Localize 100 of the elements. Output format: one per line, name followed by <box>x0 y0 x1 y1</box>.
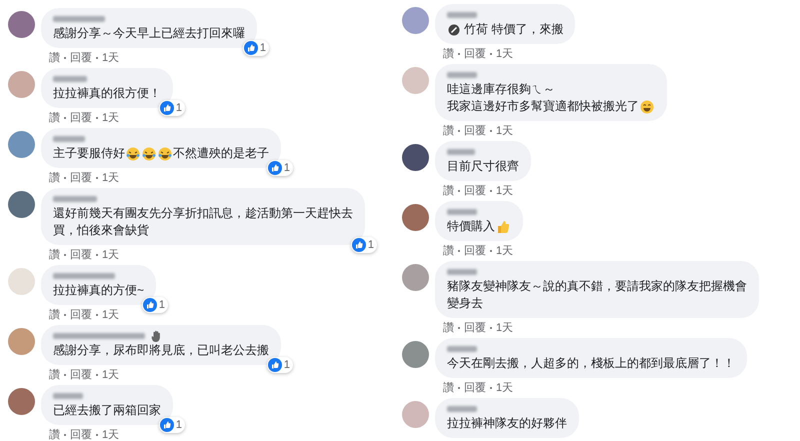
like-link[interactable]: 讚 <box>49 308 60 322</box>
reply-link[interactable]: 回覆 <box>464 321 486 335</box>
like-icon <box>244 41 258 55</box>
comment-time[interactable]: 1天 <box>496 321 514 335</box>
reply-link[interactable]: 回覆 <box>464 184 486 198</box>
blurred-name <box>447 406 477 412</box>
blurred-name <box>53 16 105 22</box>
thumbs-up-emoji-icon <box>496 220 510 234</box>
avatar <box>402 7 429 34</box>
comment-time[interactable]: 1天 <box>102 111 120 125</box>
reply-link[interactable]: 回覆 <box>464 244 486 258</box>
blurred-name <box>53 393 83 399</box>
like-icon <box>142 298 157 312</box>
reaction-count[interactable]: 1 <box>350 237 377 253</box>
reaction-count[interactable]: 1 <box>158 417 185 433</box>
avatar <box>402 67 429 94</box>
like-link[interactable]: 讚 <box>443 381 454 395</box>
comment-time[interactable]: 1天 <box>102 368 120 382</box>
reply-link[interactable]: 回覆 <box>70 111 92 125</box>
comment-time[interactable]: 1天 <box>102 308 120 322</box>
comment-text: 今天在剛去搬，人超多的，棧板上的都到最底層了！！ <box>447 355 735 372</box>
comment-text: 拉拉褲真的很方便！ <box>53 85 161 102</box>
like-link[interactable]: 讚 <box>443 47 454 61</box>
like-link[interactable]: 讚 <box>49 51 60 65</box>
comment-time[interactable]: 1天 <box>496 244 514 258</box>
reply-link[interactable]: 回覆 <box>464 381 486 395</box>
reply-link[interactable]: 回覆 <box>70 308 92 322</box>
like-link[interactable]: 讚 <box>443 321 454 335</box>
blurred-name <box>447 209 477 215</box>
avatar <box>8 131 35 158</box>
blurred-name <box>53 196 97 202</box>
reply-link[interactable]: 回覆 <box>70 51 92 65</box>
reply-link[interactable]: 回覆 <box>70 248 92 262</box>
avatar <box>8 388 35 415</box>
avatar <box>8 71 35 98</box>
comment-time[interactable]: 1天 <box>496 47 514 61</box>
blurred-name <box>447 269 477 275</box>
avatar <box>402 401 429 428</box>
comment-text: 買，怕後來會缺貨 <box>53 222 150 239</box>
like-link[interactable]: 讚 <box>49 428 60 441</box>
blurred-name <box>447 149 475 155</box>
like-link[interactable]: 讚 <box>443 184 454 198</box>
laughing-emoji-icon <box>126 146 140 160</box>
comment-text: 已經去搬了兩箱回家 <box>53 402 161 419</box>
avatar <box>8 328 35 355</box>
comment-time[interactable]: 1天 <box>102 428 120 441</box>
like-link[interactable]: 讚 <box>49 248 60 262</box>
like-link[interactable]: 讚 <box>49 368 60 382</box>
blurred-name <box>53 273 115 279</box>
comment-text: 豬隊友變神隊友～說的真不錯，要請我家的隊友把握機會 <box>447 278 747 295</box>
tag-icon <box>448 24 460 36</box>
like-link[interactable]: 讚 <box>49 171 60 185</box>
blurred-name <box>447 72 477 78</box>
comment-text: 主子要服侍好 <box>53 145 125 162</box>
mention-link[interactable]: 竹荷 <box>464 21 488 38</box>
comment-time[interactable]: 1天 <box>102 248 120 262</box>
laughing-emoji-icon <box>142 146 156 160</box>
like-icon <box>268 358 282 372</box>
grinning-emoji-icon <box>640 100 654 114</box>
reaction-count[interactable]: 1 <box>142 297 168 313</box>
reply-link[interactable]: 回覆 <box>464 124 486 138</box>
comment-time[interactable]: 1天 <box>102 51 120 65</box>
comment-text: 變身去 <box>447 295 484 312</box>
comment-text: 特價了，來搬 <box>490 21 564 38</box>
avatar <box>8 191 35 218</box>
reaction-count[interactable]: 1 <box>266 357 293 373</box>
like-icon <box>352 238 366 252</box>
comment-text: 感謝分享～今天早上已經去打回來囉 <box>53 25 245 42</box>
like-icon <box>268 161 282 175</box>
comment-time[interactable]: 1天 <box>496 381 514 395</box>
reaction-count[interactable]: 1 <box>158 100 185 116</box>
reply-link[interactable]: 回覆 <box>70 171 92 185</box>
like-icon <box>160 418 174 432</box>
reply-link[interactable]: 回覆 <box>464 47 486 61</box>
comment-text: 特價購入 <box>447 218 495 235</box>
comment-time[interactable]: 1天 <box>102 171 120 185</box>
comment-text: 拉拉褲真的方便~ <box>53 282 144 299</box>
comment-text: 目前尺寸很齊 <box>447 158 519 175</box>
laughing-emoji-icon <box>158 146 172 160</box>
comment-text: 拉拉褲神隊友的好夥伴 <box>447 415 567 432</box>
avatar <box>8 268 35 295</box>
comment-time[interactable]: 1天 <box>496 184 514 198</box>
comment-text: 感謝分享，尿布即將見底，已叫老公去搬 <box>53 342 269 359</box>
like-icon <box>160 101 174 115</box>
reaction-count[interactable]: 1 <box>242 40 269 56</box>
avatar <box>402 144 429 171</box>
like-link[interactable]: 讚 <box>49 111 60 125</box>
comment-time[interactable]: 1天 <box>496 124 514 138</box>
like-link[interactable]: 讚 <box>443 124 454 138</box>
like-link[interactable]: 讚 <box>443 244 454 258</box>
avatar <box>402 264 429 291</box>
avatar <box>402 204 429 231</box>
reply-link[interactable]: 回覆 <box>70 368 92 382</box>
reply-link[interactable]: 回覆 <box>70 428 92 441</box>
comment-text: 哇這邊庫存很夠ㄟ～ <box>447 81 556 98</box>
reaction-count[interactable]: 1 <box>266 160 293 176</box>
avatar <box>402 341 429 368</box>
comment-text: 我家這邊好市多幫寶適都快被搬光了 <box>447 98 639 115</box>
blurred-name <box>53 76 87 82</box>
comment-text: 不然遭殃的是老子 <box>173 145 269 162</box>
